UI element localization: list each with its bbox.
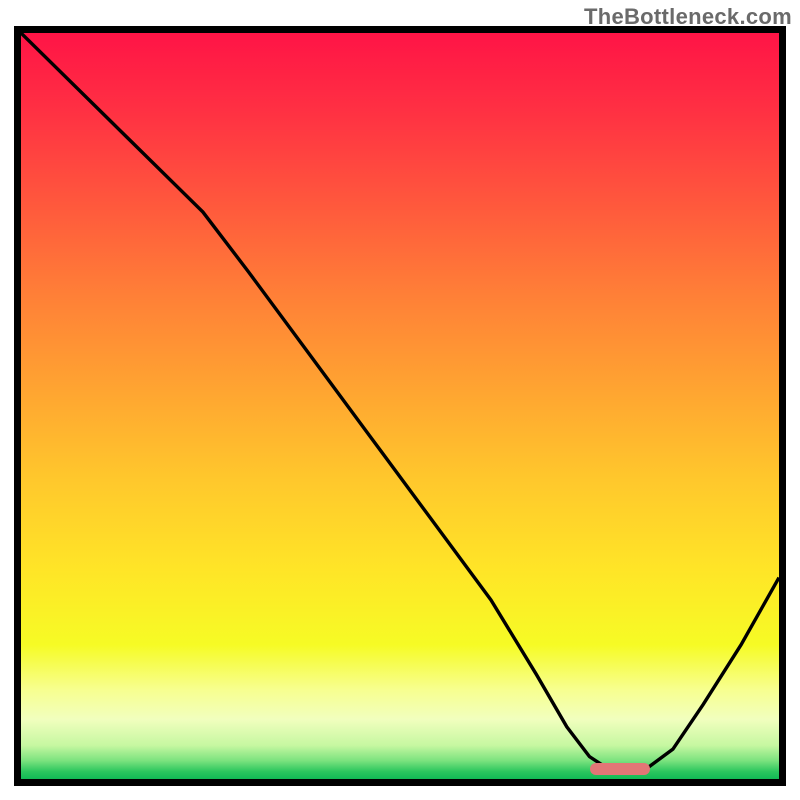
chart-outer: TheBottleneck.com — [0, 0, 800, 800]
watermark-text: TheBottleneck.com — [584, 4, 792, 30]
bottleneck-curve — [21, 33, 779, 779]
optimal-range-marker — [590, 763, 651, 775]
plot-frame — [14, 26, 786, 786]
